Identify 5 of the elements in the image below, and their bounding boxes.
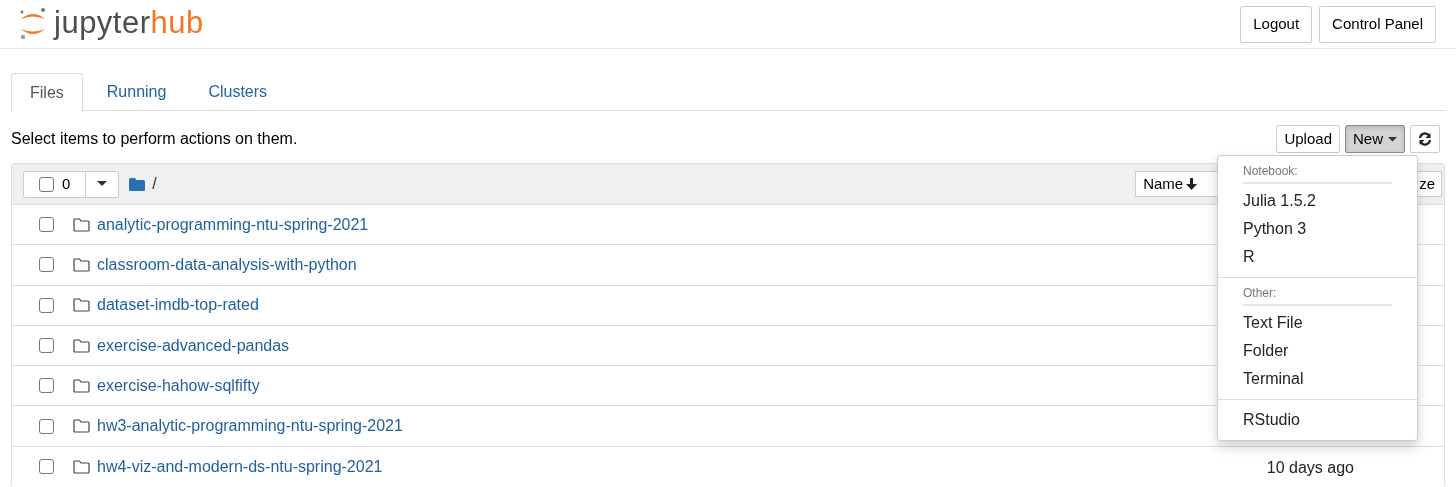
menu-section-header: Other: [1243,284,1392,306]
selected-count: 0 [62,173,71,194]
instruction-text: Select items to perform actions on them. [11,129,298,149]
modified-time: 10 days ago [1266,457,1354,478]
menu-section-header: Notebook: [1243,162,1392,184]
